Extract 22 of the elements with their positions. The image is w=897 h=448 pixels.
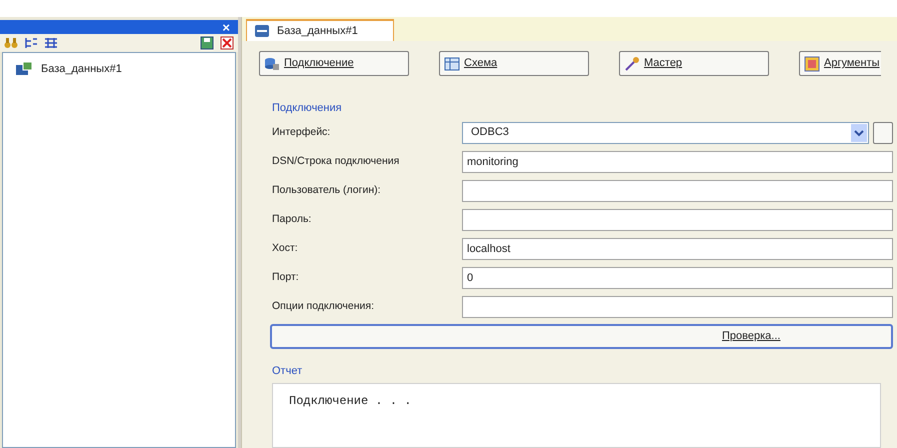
- field-label: Пользователь (логин):: [272, 182, 382, 198]
- group-title: Подключения: [272, 102, 342, 114]
- toolbar-button[interactable]: Мастер: [619, 51, 769, 76]
- field-label: Порт:: [272, 270, 300, 285]
- field-label: DSN/Строка подключения: [272, 154, 400, 169]
- close-button[interactable]: ×: [222, 20, 230, 34]
- document-tab[interactable]: База_данных#1: [246, 19, 394, 41]
- input-field[interactable]: localhost: [462, 238, 893, 260]
- toolbar-button[interactable]: Схема: [439, 51, 589, 76]
- check-button[interactable]: Проверка...: [270, 324, 893, 348]
- field-label: Опции подключения:: [272, 298, 375, 314]
- tree-item[interactable]: База_данных#1: [11, 61, 227, 78]
- report-box: Подключение . . .: [272, 383, 881, 448]
- field-label: Пароль:: [272, 212, 312, 227]
- field-label: Хост:: [272, 240, 299, 256]
- toolbar-button[interactable]: Подключение: [259, 51, 409, 76]
- field-label: Интерфейс:: [272, 124, 332, 140]
- input-field[interactable]: 0: [462, 266, 893, 288]
- interface-dropdown[interactable]: ODBC3: [462, 122, 869, 144]
- group-title: Отчет: [272, 364, 302, 376]
- toolbar-button[interactable]: Аргументы: [799, 51, 881, 76]
- input-field[interactable]: monitoring: [462, 150, 893, 172]
